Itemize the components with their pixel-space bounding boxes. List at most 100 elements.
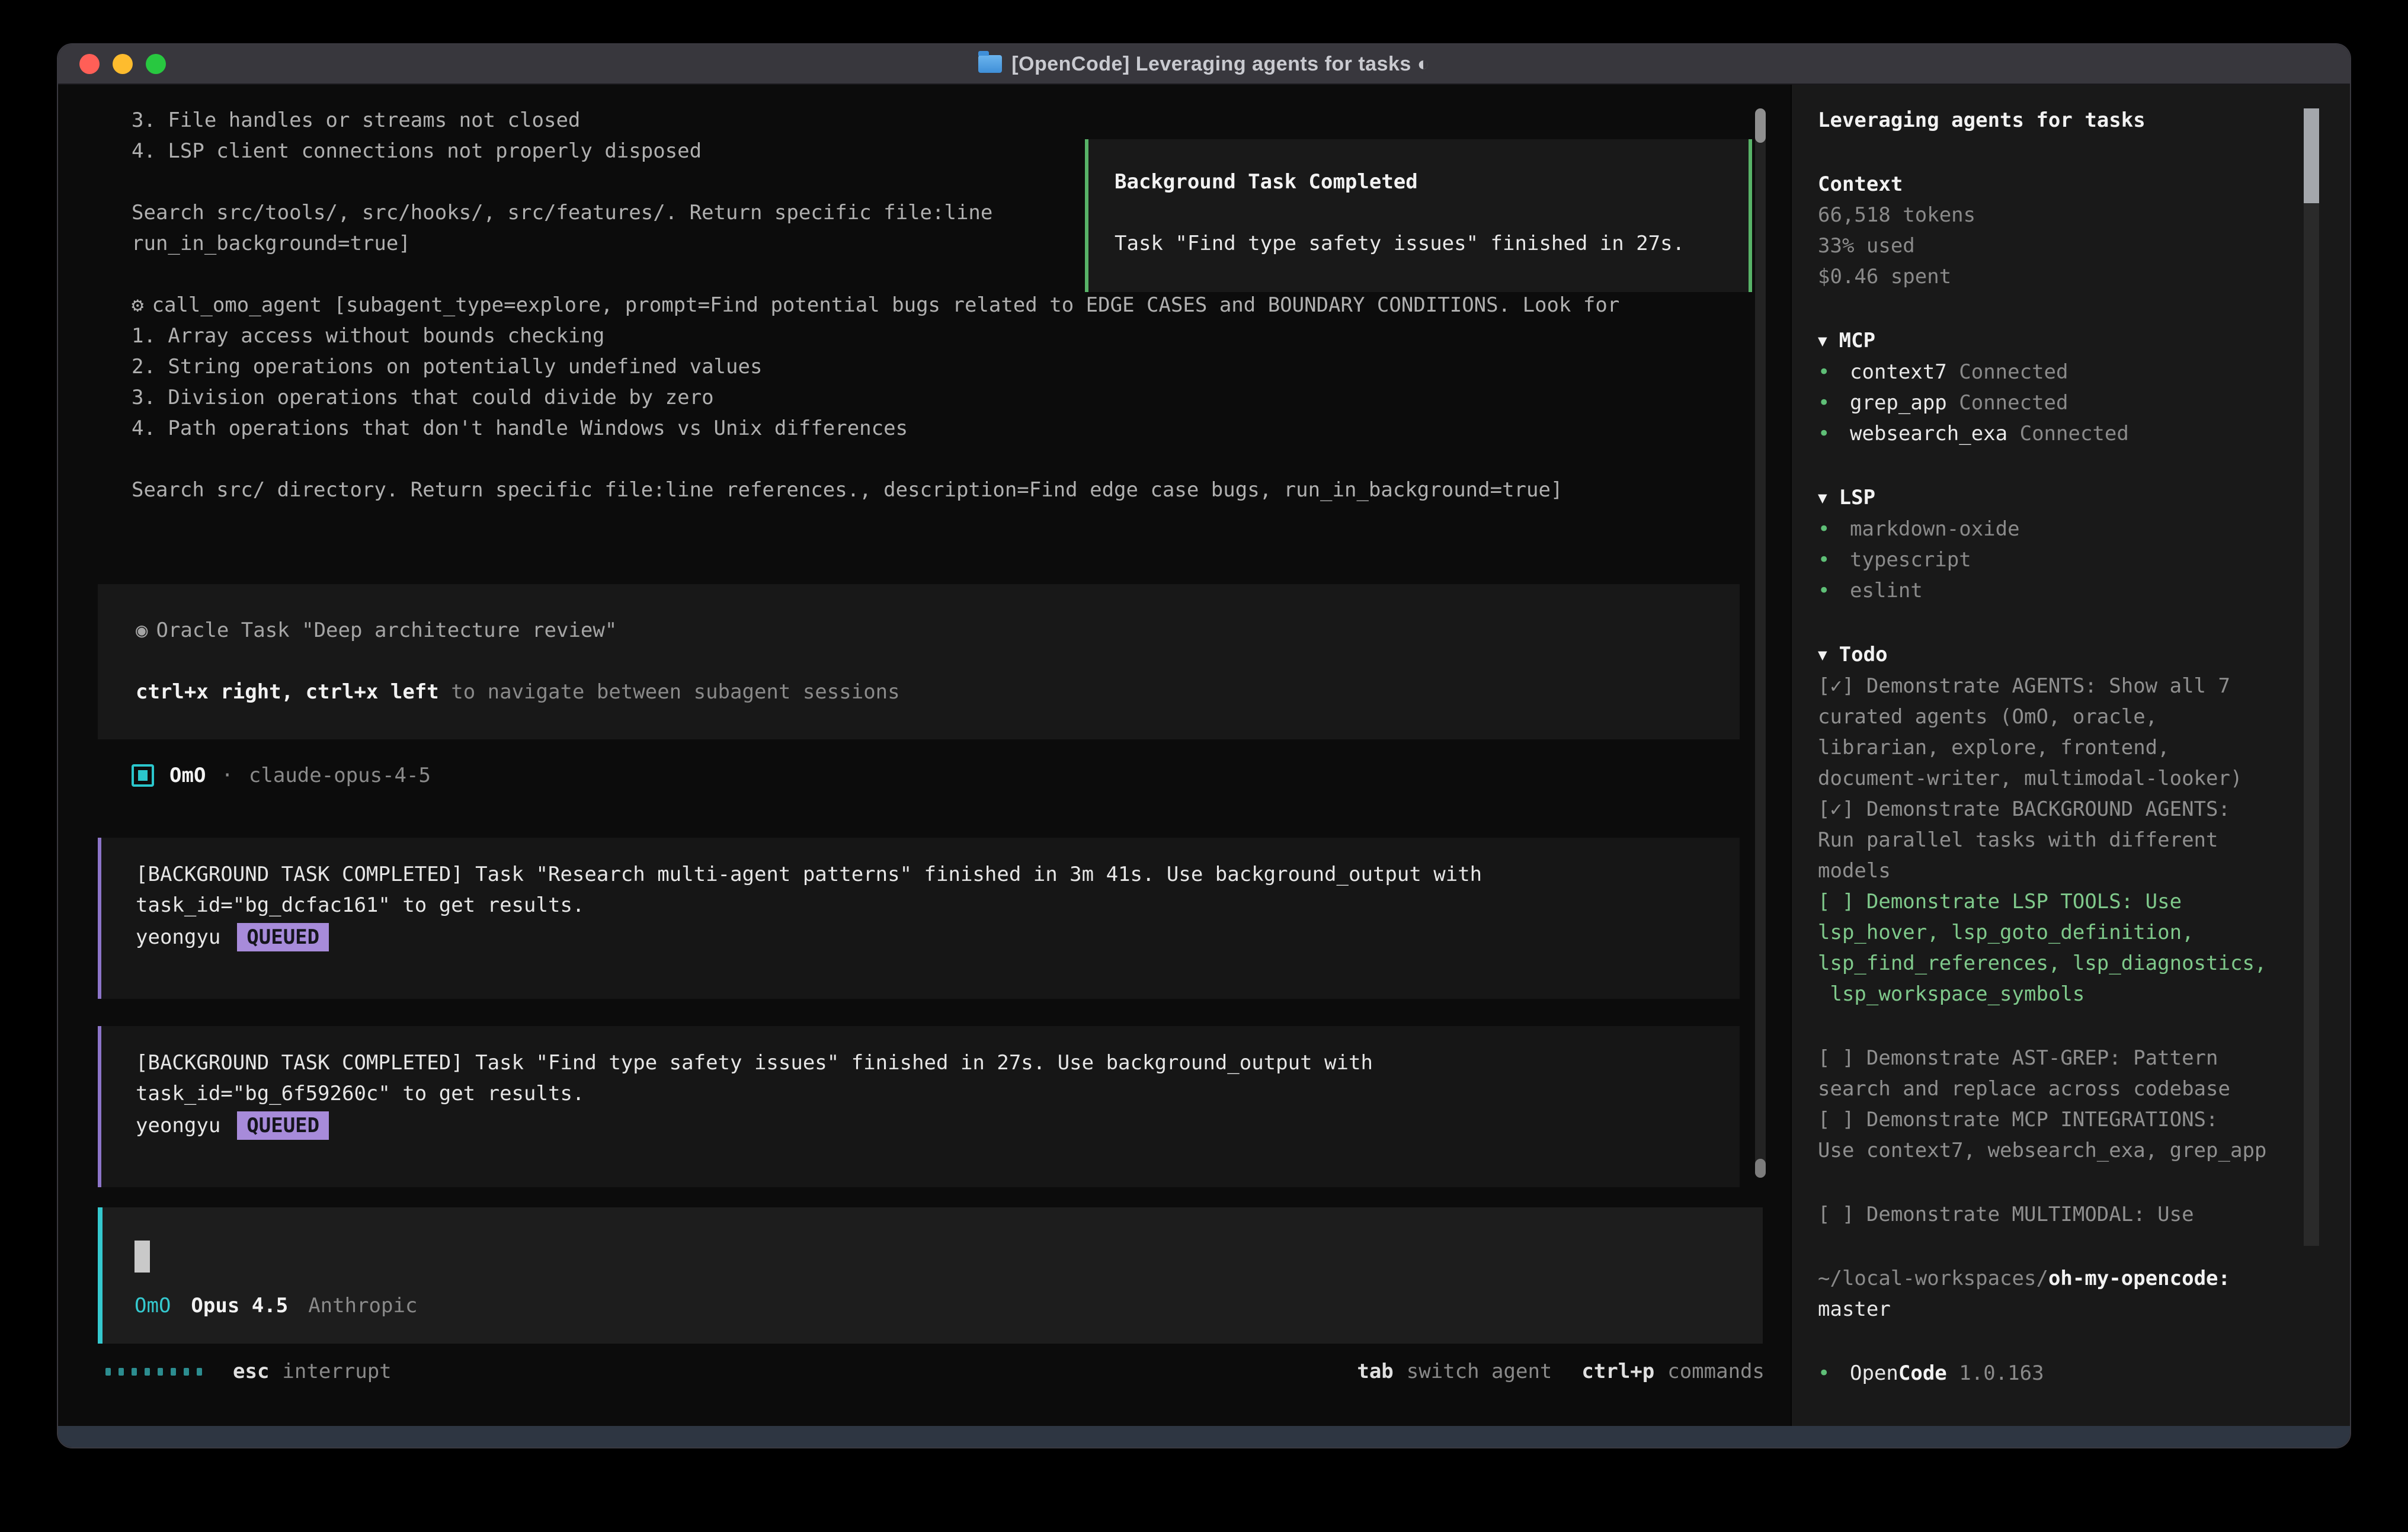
status-bar-right: tab switch agent ctrl+p commands bbox=[1357, 1356, 1765, 1387]
esc-key-label: esc bbox=[233, 1360, 269, 1383]
transcript-scrollbar[interactable] bbox=[1755, 108, 1766, 1178]
lsp-name: typescript bbox=[1850, 548, 1971, 572]
window-titlebar: [OpenCode] Leveraging agents for tasks ◐ bbox=[58, 44, 2350, 85]
switch-agent-hint: tab switch agent bbox=[1357, 1360, 1552, 1383]
switch-agent-label: switch agent bbox=[1407, 1360, 1552, 1383]
ctrl-p-key-label: ctrl+p bbox=[1581, 1360, 1654, 1383]
task-message-line: task_id="bg_6f59260c" to get results. bbox=[136, 1078, 1740, 1109]
workspace-prefix: ~/local-workspaces/ bbox=[1818, 1267, 2048, 1290]
queued-status-badge: QUEUED bbox=[237, 1111, 329, 1140]
task-user: yeongyu bbox=[136, 922, 220, 953]
text-cursor bbox=[135, 1241, 150, 1273]
todo-item-pending: [ ] Demonstrate MCP INTEGRATIONS: Use co… bbox=[1818, 1104, 2280, 1166]
context-spent: $0.46 spent bbox=[1818, 261, 2292, 292]
mcp-name: grep_app bbox=[1850, 391, 1947, 415]
oracle-task-title-line: ◉Oracle Task "Deep architecture review" bbox=[136, 615, 1740, 646]
task-message-line: [BACKGROUND TASK COMPLETED] Task "Resear… bbox=[136, 859, 1740, 890]
background-task-toast: Background Task Completed Task "Find typ… bbox=[1085, 139, 1752, 292]
sidebar-scrollbar-thumb[interactable] bbox=[2304, 108, 2319, 203]
app-version-row: •OpenCode 1.0.163 bbox=[1818, 1358, 2292, 1389]
status-dot-icon: • bbox=[1818, 575, 1850, 606]
todo-item-done: [✓] Demonstrate AGENTS: Show all 7 curat… bbox=[1818, 671, 2280, 794]
transcript-line: 3. File handles or streams not closed bbox=[132, 105, 1619, 136]
folder-icon bbox=[978, 55, 1002, 73]
oracle-task-box: ◉Oracle Task "Deep architecture review" … bbox=[98, 584, 1740, 739]
window-title: [OpenCode] Leveraging agents for tasks ◐ bbox=[1011, 53, 1430, 76]
scrollbar-thumb[interactable] bbox=[1755, 108, 1766, 143]
status-dot-icon: • bbox=[1818, 544, 1850, 575]
agent-icon bbox=[132, 764, 154, 787]
sidebar-scrollbar[interactable] bbox=[2304, 108, 2319, 1246]
transcript-line: 3. Division operations that could divide… bbox=[132, 382, 1619, 413]
app-version: 1.0.163 bbox=[1947, 1361, 2044, 1385]
sidebar-session-title: Leveraging agents for tasks bbox=[1818, 105, 2292, 136]
collapse-triangle-icon: ▼ bbox=[1818, 332, 1827, 350]
separator-dot: · bbox=[221, 760, 233, 791]
session-transcript: 3. File handles or streams not closed 4.… bbox=[58, 85, 1791, 1426]
tool-call-text: call_omo_agent [subagent_type=explore, p… bbox=[152, 293, 1619, 317]
interrupt-label: interrupt bbox=[282, 1360, 391, 1383]
workspace-branch: master bbox=[1818, 1297, 1891, 1321]
queued-status-badge: QUEUED bbox=[237, 923, 329, 951]
interrupt-hint: esc interrupt bbox=[233, 1360, 392, 1383]
transcript-line bbox=[132, 444, 1619, 475]
terminal-window: [OpenCode] Leveraging agents for tasks ◐… bbox=[57, 43, 2351, 1448]
transcript-line: Search src/ directory. Return specific f… bbox=[132, 475, 1619, 505]
status-dot-icon: • bbox=[1818, 357, 1850, 387]
gear-icon: ⚙ bbox=[132, 293, 143, 317]
scrollbar-end-cap[interactable] bbox=[1755, 1159, 1766, 1178]
tab-key-label: tab bbox=[1357, 1360, 1393, 1383]
mcp-status: Connected bbox=[1947, 391, 2068, 415]
lsp-item: •markdown-oxide bbox=[1818, 514, 2292, 544]
zoom-window-button[interactable] bbox=[146, 54, 166, 74]
minimize-window-button[interactable] bbox=[113, 54, 133, 74]
input-agent-name: OmO bbox=[135, 1290, 171, 1321]
status-dot-icon: • bbox=[1818, 514, 1850, 544]
mcp-status: Connected bbox=[1947, 360, 2068, 384]
todo-heading: Todo bbox=[1839, 643, 1888, 666]
prompt-input[interactable]: OmO Opus 4.5 Anthropic bbox=[98, 1207, 1763, 1344]
oracle-shortcut-hint: ctrl+x right, ctrl+x left to navigate be… bbox=[136, 677, 1740, 707]
mcp-item: •context7 Connected bbox=[1818, 357, 2292, 387]
todo-item-done: [✓] Demonstrate BACKGROUND AGENTS: Run p… bbox=[1818, 794, 2280, 886]
shortcut-description: to navigate between subagent sessions bbox=[439, 680, 900, 704]
context-used: 33% used bbox=[1818, 230, 2292, 261]
transcript-line: 2. String operations on potentially unde… bbox=[132, 351, 1619, 382]
app-name: Open bbox=[1850, 1361, 1898, 1385]
agent-session-header: OmO · claude-opus-4-5 bbox=[132, 760, 431, 791]
collapse-triangle-icon: ▼ bbox=[1818, 646, 1827, 664]
agent-model: claude-opus-4-5 bbox=[249, 760, 431, 791]
mcp-section-header[interactable]: ▼MCP bbox=[1818, 325, 2292, 357]
transcript-line: 4. Path operations that don't handle Win… bbox=[132, 413, 1619, 444]
lsp-item: •typescript bbox=[1818, 544, 2292, 575]
status-dot-icon: • bbox=[1818, 387, 1850, 418]
todo-item-active: [ ] Demonstrate LSP TOOLS: Use lsp_hover… bbox=[1818, 886, 2280, 1009]
todo-section-header[interactable]: ▼ Todo bbox=[1818, 639, 2292, 671]
workspace-path: ~/local-workspaces/oh-my-opencode: maste… bbox=[1818, 1263, 2280, 1325]
mcp-name: context7 bbox=[1850, 360, 1947, 384]
context-heading: Context bbox=[1818, 169, 2292, 200]
toast-body: Task "Find type safety issues" finished … bbox=[1115, 228, 1749, 259]
mcp-item: •grep_app Connected bbox=[1818, 387, 2292, 418]
window-controls bbox=[79, 44, 166, 84]
lsp-name: eslint bbox=[1850, 579, 1923, 602]
lsp-section-header[interactable]: ▼LSP bbox=[1818, 482, 2292, 514]
background-task-message: [BACKGROUND TASK COMPLETED] Task "Resear… bbox=[98, 838, 1740, 999]
todo-item-pending: [ ] Demonstrate MULTIMODAL: Use bbox=[1818, 1199, 2280, 1230]
mcp-name: websearch_exa bbox=[1850, 422, 2007, 446]
commands-hint: ctrl+p commands bbox=[1581, 1360, 1765, 1383]
status-dot-icon: • bbox=[1818, 1358, 1850, 1389]
commands-label: commands bbox=[1667, 1360, 1765, 1383]
todo-item-pending: [ ] Demonstrate AST-GREP: Pattern search… bbox=[1818, 1043, 2280, 1104]
task-message-line: [BACKGROUND TASK COMPLETED] Task "Find t… bbox=[136, 1047, 1740, 1078]
toast-spacer bbox=[1115, 197, 1749, 228]
agent-name: OmO bbox=[169, 760, 206, 791]
status-bar-left: esc interrupt bbox=[105, 1356, 392, 1387]
task-message-line: task_id="bg_dcfac161" to get results. bbox=[136, 890, 1740, 921]
close-window-button[interactable] bbox=[79, 54, 100, 74]
input-provider-name: Anthropic bbox=[308, 1290, 417, 1321]
working-spinner-icon bbox=[105, 1368, 202, 1376]
lsp-heading: LSP bbox=[1839, 486, 1875, 509]
input-meta-row: OmO Opus 4.5 Anthropic bbox=[135, 1290, 417, 1321]
oracle-task-title: Oracle Task "Deep architecture review" bbox=[156, 618, 617, 642]
